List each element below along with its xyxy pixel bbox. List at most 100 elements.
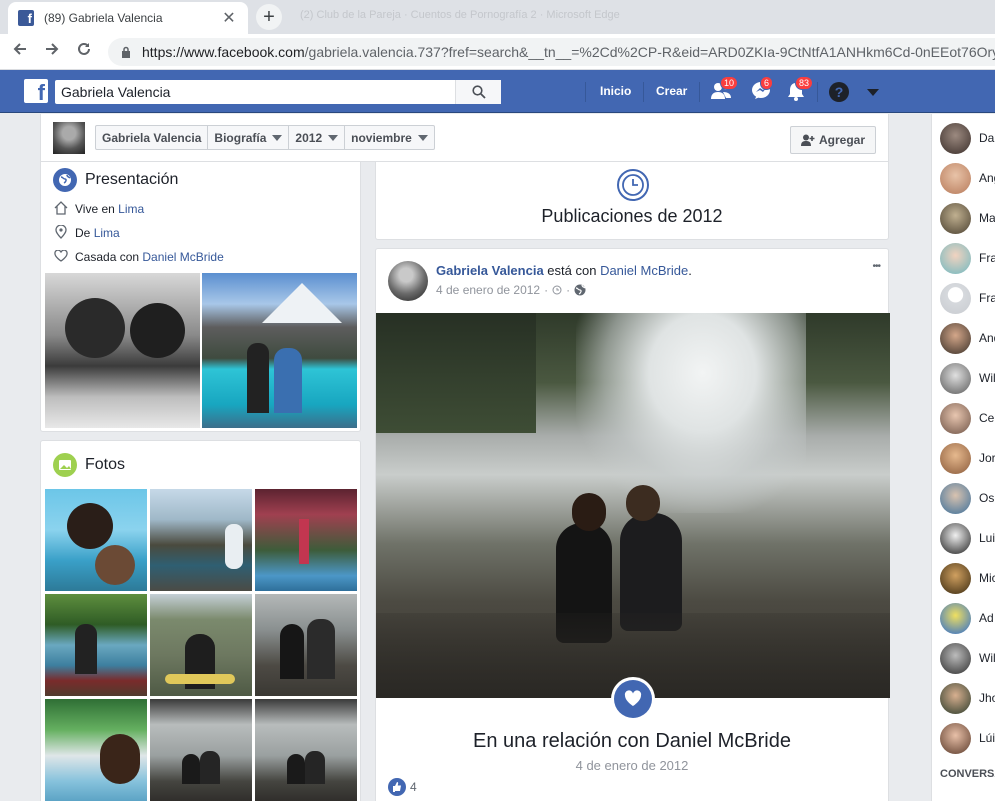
chat-contact[interactable]: And (940, 322, 995, 354)
chat-contact[interactable]: Jor (940, 442, 995, 474)
photo-thumbnail[interactable] (150, 489, 252, 591)
post-author-avatar[interactable] (388, 261, 428, 301)
chat-contact[interactable]: Fra (940, 242, 995, 274)
chat-contact[interactable]: Ma (940, 202, 995, 234)
facebook-header: f Inicio Crear 10 6 83 ? (0, 70, 995, 113)
home-icon (53, 200, 69, 218)
relationship-heart-icon (614, 680, 652, 718)
featured-photo-mountain-lake[interactable] (202, 273, 357, 428)
friend-requests-icon[interactable]: 10 (710, 76, 739, 103)
browser-tab-active[interactable]: f (89) Gabriela Valencia ✕ (8, 2, 248, 34)
post-tagged-link[interactable]: Daniel McBride (600, 263, 688, 278)
chat-contact-name: Ma (979, 211, 995, 225)
chat-contact[interactable]: Os (940, 482, 994, 514)
nav-home-link[interactable]: Inicio (600, 84, 631, 98)
chat-contact[interactable]: Ang (940, 162, 995, 194)
post-date[interactable]: 4 de enero de 2012 (436, 283, 540, 297)
add-friend-icon (800, 134, 815, 146)
avatar (940, 682, 971, 714)
photo-thumbnail[interactable] (45, 594, 147, 696)
facebook-logo-icon[interactable]: f (24, 79, 48, 103)
photos-title: Fotos (53, 453, 125, 477)
chat-contact-name: Da (979, 131, 995, 145)
chat-contact-name: Wil (979, 371, 995, 385)
married-link[interactable]: Daniel McBride (142, 250, 223, 264)
post-header-line: Gabriela Valencia está con Daniel McBrid… (436, 263, 692, 278)
address-bar[interactable]: https://www.facebook.com/gabriela.valenc… (108, 38, 995, 66)
breadcrumb-name[interactable]: Gabriela Valencia (96, 126, 209, 149)
photo-thumbnail[interactable] (255, 489, 357, 591)
post-with-text: está con (543, 263, 601, 278)
chat-contact-name: Ad (979, 611, 994, 625)
facebook-favicon-icon: f (18, 10, 34, 26)
url-path: /gabriela.valencia.737?fref=search&__tn_… (304, 44, 995, 60)
post-photo-waterfall[interactable] (376, 313, 890, 698)
chat-contact[interactable]: Jho (940, 682, 995, 714)
intro-from: De Lima (53, 221, 224, 245)
photos-card: Fotos (40, 440, 361, 801)
photo-thumbnail[interactable] (150, 594, 252, 696)
nav-create-link[interactable]: Crear (656, 84, 687, 98)
avatar (940, 282, 971, 314)
chevron-down-icon (272, 134, 283, 141)
tab-title: (89) Gabriela Valencia (44, 11, 163, 25)
breadcrumb-year[interactable]: 2012 (289, 126, 346, 149)
conversations-section-label: CONVERSA (940, 768, 995, 780)
notifications-bell-icon[interactable]: 83 (785, 76, 814, 103)
chat-contact[interactable]: Wil (940, 362, 995, 394)
year-section-card: Publicaciones de 2012 (375, 162, 889, 240)
avatar (940, 242, 971, 274)
profile-thumbnail[interactable] (53, 122, 85, 154)
life-event-title: En una relación con Daniel McBride (473, 730, 791, 752)
forward-arrow-icon[interactable] (36, 41, 68, 62)
avatar (940, 122, 971, 154)
chat-contact[interactable]: Wil (940, 642, 995, 674)
profile-header-bar: Gabriela Valencia Biografía 2012 noviemb… (40, 114, 889, 162)
header-divider (643, 82, 644, 102)
public-globe-icon[interactable] (574, 284, 586, 296)
lives-in-link[interactable]: Lima (118, 202, 144, 216)
photo-thumbnail[interactable] (255, 699, 357, 801)
photo-thumbnail[interactable] (45, 699, 147, 801)
breadcrumb-timeline[interactable]: Biografía (208, 126, 290, 149)
life-event-badge (611, 677, 655, 721)
chat-contact[interactable]: Ce (940, 402, 994, 434)
reactions-summary[interactable]: 4 (388, 778, 417, 796)
account-menu-caret-icon[interactable] (866, 87, 890, 109)
featured-photo-couple-bw[interactable] (45, 273, 200, 428)
tab-close-icon[interactable]: ✕ (220, 8, 238, 28)
post-author-link[interactable]: Gabriela Valencia (436, 263, 544, 278)
messenger-icon[interactable]: 6 (750, 76, 774, 103)
photo-thumbnail[interactable] (150, 699, 252, 801)
back-arrow-icon[interactable] (4, 41, 36, 62)
post-card: Gabriela Valencia está con Daniel McBrid… (375, 248, 890, 801)
chat-contact[interactable]: Lúi (940, 722, 995, 754)
intro-card: Presentación Vive en Lima De Lima Casada… (40, 162, 361, 432)
photo-thumbnail[interactable] (255, 594, 357, 696)
from-link[interactable]: Lima (94, 226, 120, 240)
help-icon[interactable]: ? (828, 81, 852, 103)
breadcrumb-month[interactable]: noviembre (345, 126, 434, 149)
background-tab-text: (2) Club de la Pareja · Cuentos de Porno… (300, 9, 620, 21)
chat-contact[interactable]: Da (940, 122, 994, 154)
add-friend-button[interactable]: Agregar (789, 126, 876, 154)
photo-thumbnail[interactable] (45, 489, 147, 591)
add-friend-label: Agregar (818, 133, 865, 147)
new-tab-button[interactable]: + (256, 4, 282, 30)
chevron-down-icon (417, 134, 428, 141)
clock-icon (616, 168, 650, 205)
chat-contact[interactable]: Lui (940, 522, 995, 554)
chat-contact-name: Wil (979, 651, 995, 665)
avatar (940, 202, 971, 234)
post-meta: 4 de enero de 2012 · · (436, 283, 586, 297)
search-button[interactable] (455, 80, 501, 104)
search-input[interactable] (55, 84, 455, 100)
avatar (940, 362, 971, 394)
chat-contact[interactable]: Ad (940, 602, 994, 634)
chat-contact[interactable]: Mic (940, 562, 995, 594)
chat-contact[interactable]: Fra (940, 282, 995, 314)
reload-icon[interactable] (68, 41, 100, 62)
post-options-icon[interactable]: ••• (872, 261, 880, 272)
breadcrumb: Gabriela Valencia Biografía 2012 noviemb… (95, 125, 435, 150)
avatar (940, 522, 971, 554)
